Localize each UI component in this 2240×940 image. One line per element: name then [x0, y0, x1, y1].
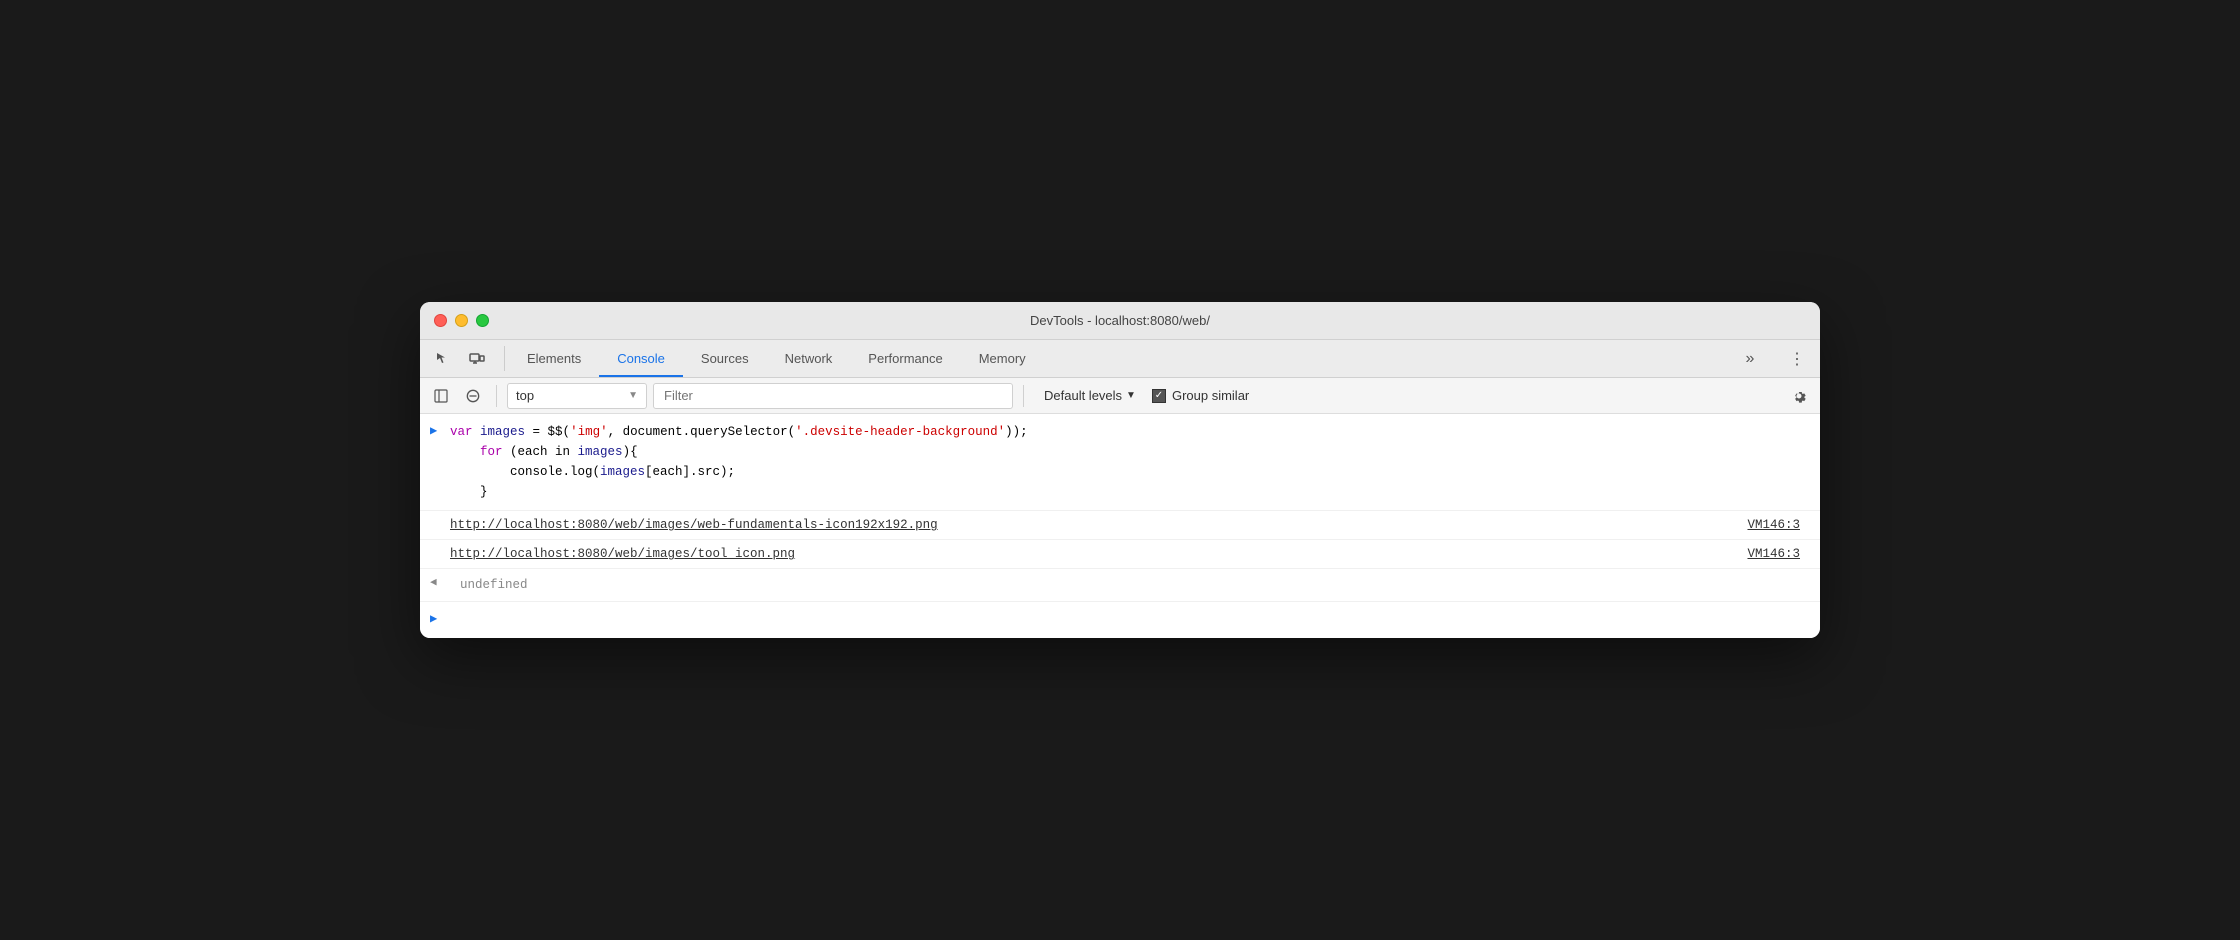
- code-line-1: var images = $$('img', document.querySel…: [450, 422, 1810, 442]
- close-button[interactable]: [434, 314, 447, 327]
- tab-elements[interactable]: Elements: [509, 340, 599, 377]
- console-undefined-entry: ◀ undefined: [420, 569, 1820, 602]
- titlebar: DevTools - localhost:8080/web/: [420, 302, 1820, 340]
- device-toolbar-icon[interactable]: [462, 344, 492, 374]
- console-code-entry: ▶ var images = $$('img', document.queryS…: [420, 414, 1820, 511]
- console-toolbar: top ▼ Default levels ▼ ✓ Group similar: [420, 378, 1820, 414]
- console-link-1[interactable]: http://localhost:8080/web/images/web-fun…: [430, 515, 1810, 535]
- tab-network[interactable]: Network: [767, 340, 851, 377]
- link-source-2: VM146:3: [1747, 544, 1800, 564]
- tab-divider: [504, 346, 505, 371]
- tab-sources[interactable]: Sources: [683, 340, 767, 377]
- more-tabs-button[interactable]: »: [1735, 344, 1765, 374]
- devtools-menu-button[interactable]: ⋮: [1782, 344, 1812, 374]
- minimize-button[interactable]: [455, 314, 468, 327]
- clear-console-button[interactable]: [460, 383, 486, 409]
- console-input[interactable]: [445, 613, 1810, 628]
- toolbar-divider-2: [1023, 385, 1024, 407]
- input-arrow: ▶: [430, 422, 437, 441]
- console-output: ▶ var images = $$('img', document.queryS…: [420, 414, 1820, 637]
- return-arrow: ◀: [430, 575, 437, 593]
- console-link-entry-1: http://localhost:8080/web/images/web-fun…: [420, 511, 1820, 540]
- filter-input[interactable]: [653, 383, 1013, 409]
- maximize-button[interactable]: [476, 314, 489, 327]
- tab-performance[interactable]: Performance: [850, 340, 960, 377]
- devtools-window: DevTools - localhost:8080/web/ Eleme: [420, 302, 1820, 637]
- tab-console[interactable]: Console: [599, 340, 683, 377]
- code-line-4: }: [450, 482, 1810, 502]
- console-link-entry-2: http://localhost:8080/web/images/tool_ic…: [420, 540, 1820, 569]
- tabs: Elements Console Sources Network Perform…: [509, 340, 1735, 377]
- toolbar-divider-1: [496, 385, 497, 407]
- default-levels-button[interactable]: Default levels ▼: [1034, 383, 1146, 409]
- code-line-3: console.log(images[each].src);: [450, 462, 1810, 482]
- console-link-2[interactable]: http://localhost:8080/web/images/tool_ic…: [430, 544, 1810, 564]
- console-prompt-arrow: ▶: [430, 610, 437, 629]
- checkbox-icon: ✓: [1152, 389, 1166, 403]
- tabbar-right: » ⋮: [1735, 340, 1812, 377]
- tab-memory[interactable]: Memory: [961, 340, 1044, 377]
- settings-gear-button[interactable]: [1786, 383, 1812, 409]
- traffic-lights: [434, 314, 489, 327]
- console-input-row[interactable]: ▶: [420, 602, 1820, 637]
- window-title: DevTools - localhost:8080/web/: [1030, 313, 1210, 328]
- tabbar-icons: [428, 340, 492, 377]
- context-selector[interactable]: top ▼: [507, 383, 647, 409]
- code-line-2: for (each in images){: [450, 442, 1810, 462]
- inspect-element-icon[interactable]: [428, 344, 458, 374]
- show-console-sidebar-button[interactable]: [428, 383, 454, 409]
- tabbar: Elements Console Sources Network Perform…: [420, 340, 1820, 378]
- link-source-1: VM146:3: [1747, 515, 1800, 535]
- group-similar-checkbox[interactable]: ✓ Group similar: [1152, 388, 1249, 403]
